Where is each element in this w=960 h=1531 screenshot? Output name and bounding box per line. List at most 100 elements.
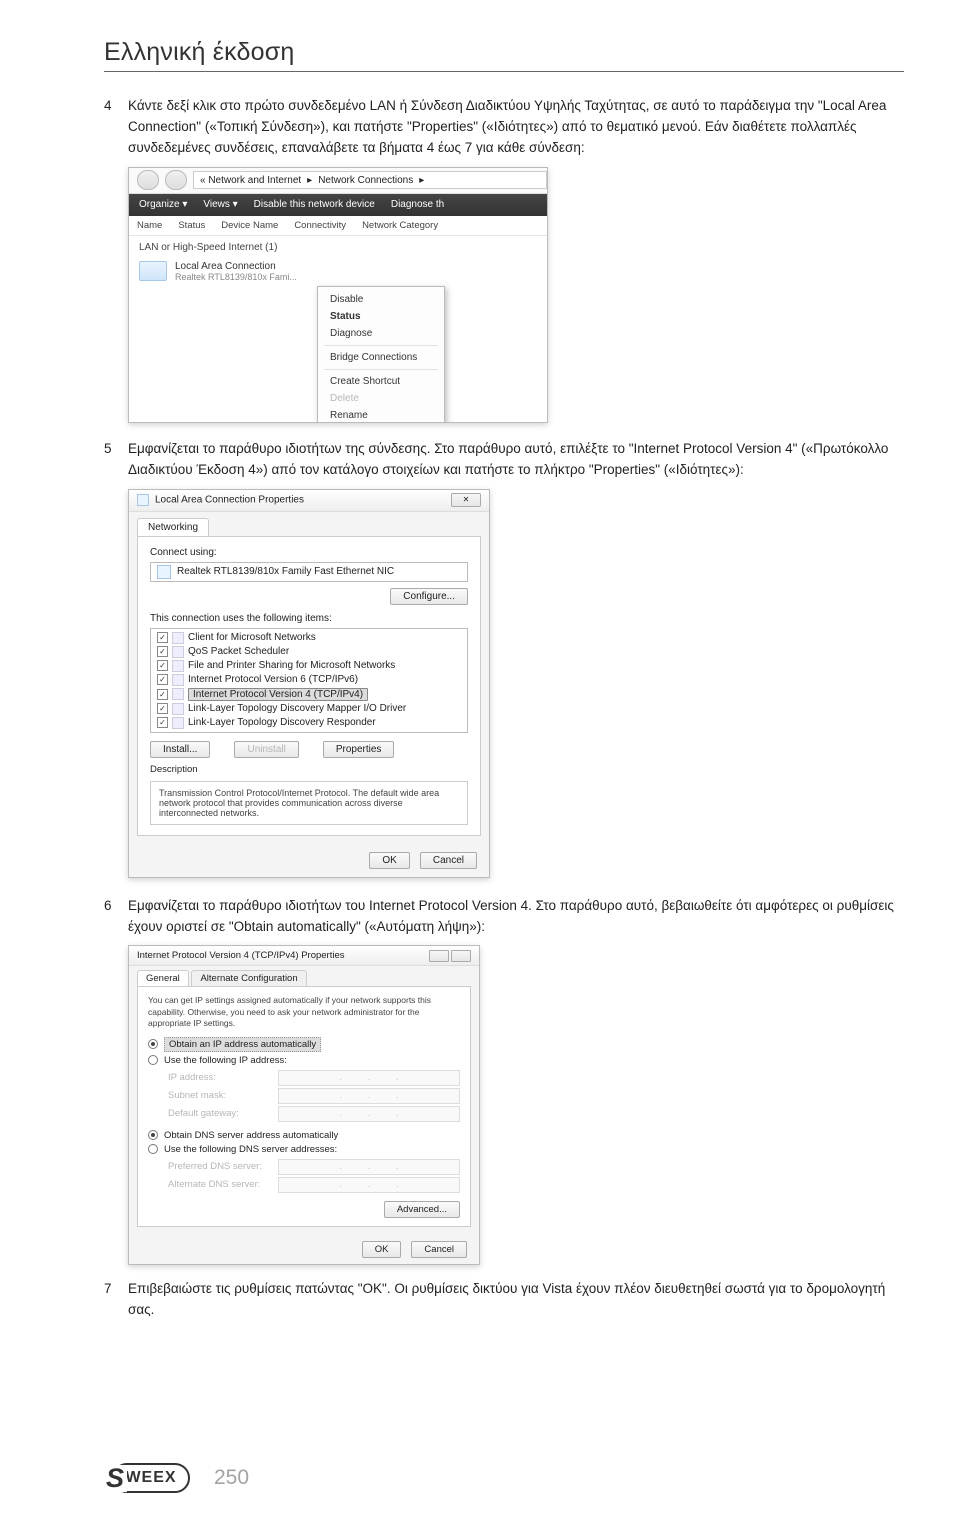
nav-forward-icon[interactable]	[165, 170, 187, 190]
section-title: Ελληνική έκδοση	[104, 38, 904, 67]
checkbox-icon[interactable]: ✓	[157, 703, 168, 714]
field-label: Default gateway:	[168, 1108, 278, 1119]
column-headers: Name Status Device Name Connectivity Net…	[129, 216, 547, 236]
sweex-logo: WEEX	[112, 1463, 190, 1493]
disable-device-button[interactable]: Disable this network device	[254, 199, 375, 210]
radio-label: Use the following DNS server addresses:	[164, 1144, 337, 1155]
connect-using-label: Connect using:	[150, 547, 468, 558]
component-icon	[172, 674, 184, 686]
nic-field: Realtek RTL8139/810x Family Fast Etherne…	[150, 562, 468, 582]
tabs: General Alternate Configuration	[129, 966, 479, 986]
address-bar: « Network and Internet ▸ Network Connect…	[129, 168, 547, 194]
radio-icon	[148, 1144, 158, 1154]
step-number: 5	[104, 439, 118, 481]
item-label: Client for Microsoft Networks	[188, 632, 316, 643]
configure-button[interactable]: Configure...	[390, 588, 468, 605]
step-text: Εμφανίζεται το παράθυρο ιδιοτήτων της σύ…	[128, 439, 904, 481]
step-text: Εμφανίζεται το παράθυρο ιδιοτήτων του In…	[128, 896, 904, 938]
views-menu[interactable]: Views ▾	[203, 199, 237, 210]
list-item[interactable]: ✓QoS Packet Scheduler	[151, 645, 467, 659]
step-number: 4	[104, 96, 118, 159]
checkbox-icon[interactable]: ✓	[157, 717, 168, 728]
field-value: ...	[278, 1070, 460, 1086]
menu-item-delete: Delete	[318, 390, 444, 407]
col-status[interactable]: Status	[178, 220, 205, 231]
close-icon[interactable]: ✕	[451, 493, 481, 507]
window-title: Internet Protocol Version 4 (TCP/IPv4) P…	[137, 950, 345, 961]
radio-use-dns[interactable]: Use the following DNS server addresses:	[148, 1144, 460, 1155]
step-text: Κάντε δεξί κλικ στο πρώτο συνδεδεμένο LA…	[128, 96, 904, 159]
menu-item-shortcut[interactable]: Create Shortcut	[318, 373, 444, 390]
list-item[interactable]: ✓File and Printer Sharing for Microsoft …	[151, 659, 467, 673]
col-category[interactable]: Network Category	[362, 220, 438, 231]
menu-item-rename[interactable]: Rename	[318, 407, 444, 423]
radio-use-ip[interactable]: Use the following IP address:	[148, 1055, 460, 1066]
field-label: Preferred DNS server:	[168, 1161, 278, 1172]
diagnose-button[interactable]: Diagnose th	[391, 199, 444, 210]
list-item[interactable]: ✓ Client for Microsoft Networks	[151, 631, 467, 645]
field-dns1: Preferred DNS server:...	[168, 1159, 460, 1175]
dialog-footer: OK Cancel	[129, 1235, 479, 1264]
checkbox-icon[interactable]: ✓	[157, 674, 168, 685]
checkbox-icon[interactable]: ✓	[157, 646, 168, 657]
col-device[interactable]: Device Name	[221, 220, 278, 231]
field-label: IP address:	[168, 1072, 278, 1083]
list-item[interactable]: ✓ Link-Layer Topology Discovery Responder	[151, 716, 467, 730]
connection-item[interactable]: Local Area Connection Realtek RTL8139/81…	[129, 259, 547, 284]
context-menu: Disable Status Diagnose Bridge Connectio…	[317, 286, 445, 423]
component-icon	[172, 688, 184, 700]
group-header: LAN or High-Speed Internet (1)	[129, 236, 547, 259]
properties-button[interactable]: Properties	[323, 741, 395, 758]
col-name[interactable]: Name	[137, 220, 162, 231]
nav-back-icon[interactable]	[137, 170, 159, 190]
field-gateway: Default gateway:...	[168, 1106, 460, 1122]
step-number: 6	[104, 896, 118, 938]
tab-networking[interactable]: Networking	[137, 518, 209, 536]
nic-icon	[157, 565, 171, 579]
help-icon[interactable]	[429, 950, 449, 962]
field-label: Alternate DNS server:	[168, 1179, 278, 1190]
checkbox-icon[interactable]: ✓	[157, 689, 168, 700]
radio-obtain-dns-auto[interactable]: Obtain DNS server address automatically	[148, 1130, 460, 1141]
breadcrumb[interactable]: « Network and Internet ▸ Network Connect…	[193, 171, 547, 189]
radio-obtain-ip-auto[interactable]: Obtain an IP address automatically	[148, 1037, 460, 1052]
col-connectivity[interactable]: Connectivity	[294, 220, 346, 231]
item-label: Link-Layer Topology Discovery Responder	[188, 717, 376, 728]
field-value: ...	[278, 1177, 460, 1193]
component-icon	[172, 660, 184, 672]
checkbox-icon[interactable]: ✓	[157, 660, 168, 671]
close-icon[interactable]	[451, 950, 471, 962]
install-button[interactable]: Install...	[150, 741, 210, 758]
description-label: Description	[150, 764, 468, 775]
list-item[interactable]: ✓Internet Protocol Version 6 (TCP/IPv6)	[151, 673, 467, 687]
cancel-button[interactable]: Cancel	[411, 1241, 467, 1258]
list-item[interactable]: ✓Link-Layer Topology Discovery Mapper I/…	[151, 702, 467, 716]
field-ip: IP address:...	[168, 1070, 460, 1086]
advanced-button[interactable]: Advanced...	[384, 1201, 460, 1218]
network-icon	[139, 261, 167, 281]
item-label: Internet Protocol Version 4 (TCP/IPv4)	[188, 688, 368, 701]
component-icon	[172, 646, 184, 658]
list-item-selected[interactable]: ✓ Internet Protocol Version 4 (TCP/IPv4)	[151, 687, 467, 702]
checkbox-icon[interactable]: ✓	[157, 632, 168, 643]
radio-icon	[148, 1055, 158, 1065]
tab-alternate[interactable]: Alternate Configuration	[191, 970, 306, 986]
ok-button[interactable]: OK	[369, 852, 409, 869]
panel: Connect using: Realtek RTL8139/810x Fami…	[137, 536, 481, 836]
component-icon	[172, 703, 184, 715]
menu-item-bridge[interactable]: Bridge Connections	[318, 349, 444, 366]
dialog-footer: OK Cancel	[129, 844, 489, 877]
menu-item-diagnose[interactable]: Diagnose	[318, 325, 444, 342]
ok-button[interactable]: OK	[362, 1241, 402, 1258]
step-4: 4 Κάντε δεξί κλικ στο πρώτο συνδεδεμένο …	[104, 96, 904, 159]
menu-item-disable[interactable]: Disable	[318, 291, 444, 308]
tab-general[interactable]: General	[137, 970, 189, 986]
organize-menu[interactable]: Organize ▾	[139, 199, 187, 210]
window-title: Local Area Connection Properties	[137, 494, 304, 506]
menu-item-status[interactable]: Status	[318, 308, 444, 325]
cancel-button[interactable]: Cancel	[420, 852, 477, 869]
device-name: Realtek RTL8139/810x Fami...	[175, 272, 297, 282]
radio-label: Obtain an IP address automatically	[164, 1037, 321, 1052]
uses-label: This connection uses the following items…	[150, 613, 468, 624]
intro-text: You can get IP settings assigned automat…	[148, 995, 460, 1028]
